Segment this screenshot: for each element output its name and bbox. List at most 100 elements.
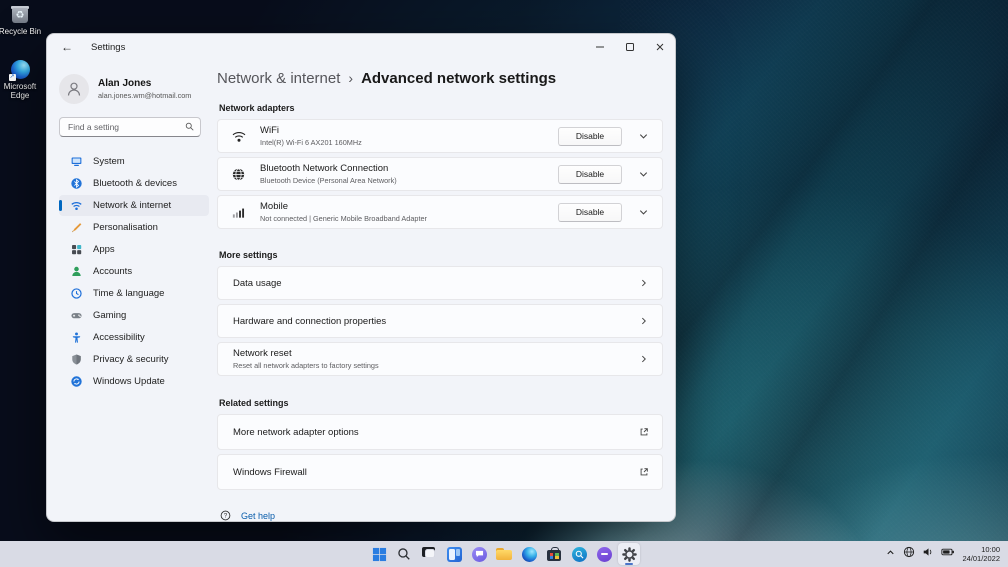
sidebar-item-windows-update[interactable]: Windows Update (59, 371, 209, 392)
tray-battery-icon[interactable] (941, 545, 955, 563)
sidebar-item-label: Windows Update (93, 376, 165, 387)
sidebar-item-gaming[interactable]: Gaming (59, 305, 209, 326)
user-profile[interactable]: Alan Jones alan.jones.wm@hotmail.com (59, 74, 215, 104)
chat-icon (471, 546, 487, 562)
minimize-button[interactable] (585, 34, 615, 60)
main-content: Network & internet › Advanced network se… (217, 60, 663, 521)
row-windows-firewall[interactable]: Windows Firewall (217, 454, 663, 490)
time-language-icon (71, 288, 82, 299)
microsoft-store-button[interactable] (543, 543, 565, 565)
window-title: Settings (91, 41, 126, 53)
accounts-icon (72, 266, 81, 277)
sidebar-item-label: Gaming (93, 310, 127, 321)
system-icon (71, 157, 82, 167)
sidebar-item-personalisation[interactable]: Personalisation (59, 217, 209, 238)
sidebar-item-label: Accounts (93, 266, 133, 277)
sidebar-item-label: Time & language (93, 288, 165, 299)
bluetooth-icon (71, 178, 82, 189)
taskbar: 10:00 24/01/2022 (0, 541, 1008, 567)
search-input[interactable] (59, 117, 201, 137)
disable-button-wifi[interactable]: Disable (558, 126, 622, 146)
taskbar-clock[interactable]: 10:00 24/01/2022 (962, 545, 1000, 563)
sidebar-item-system[interactable]: System (59, 151, 209, 172)
adapter-subtitle: Not connected | Generic Mobile Broadband… (260, 213, 427, 223)
row-data-usage[interactable]: Data usage (217, 266, 663, 300)
start-button[interactable] (368, 543, 390, 565)
chevron-down-icon[interactable] (638, 207, 649, 218)
chevron-down-icon[interactable] (638, 131, 649, 142)
desktop-icon-microsoft-edge[interactable]: ↗ Microsoft Edge (0, 60, 48, 100)
sidebar-item-network-internet[interactable]: Network & internet (59, 195, 209, 216)
chat-button[interactable] (468, 543, 490, 565)
section-label-related-settings: Related settings (219, 398, 289, 408)
search-app-button[interactable] (568, 543, 590, 565)
row-hardware-connection-properties[interactable]: Hardware and connection properties (217, 304, 663, 338)
adapter-row-bluetooth[interactable]: Bluetooth Network Connection Bluetooth D… (217, 157, 663, 191)
sidebar-item-bluetooth-devices[interactable]: Bluetooth & devices (59, 173, 209, 194)
personalisation-icon (71, 223, 82, 233)
adapter-title: WiFi (260, 125, 279, 137)
adapter-row-wifi[interactable]: WiFi Intel(R) Wi-Fi 6 AX201 160MHz Disab… (217, 119, 663, 153)
desktop-icon-label: Microsoft Edge (3, 82, 37, 100)
search-app-icon (571, 546, 587, 562)
edge-icon: ↗ (8, 60, 30, 81)
globe-icon (231, 167, 247, 182)
help-icon: ? (220, 510, 231, 521)
sidebar: Alan Jones alan.jones.wm@hotmail.com Sys… (47, 60, 215, 521)
sidebar-item-accounts[interactable]: Accounts (59, 261, 209, 282)
tray-network-globe-icon[interactable] (903, 545, 915, 563)
titlebar[interactable]: ← Settings (47, 34, 675, 60)
adapter-title: Mobile (260, 201, 288, 213)
settings-app-button[interactable] (618, 543, 640, 565)
accessibility-icon (72, 332, 81, 343)
footer-links: ? Get help Give feedback (217, 510, 663, 521)
tray-volume-icon[interactable] (922, 545, 934, 563)
back-button[interactable]: ← (61, 40, 77, 54)
edge-button[interactable] (518, 543, 540, 565)
widgets-icon (446, 546, 462, 562)
purple-app-button[interactable] (593, 543, 615, 565)
settings-window: ← Settings Alan Jones alan.jones.wm@hotm… (46, 33, 676, 522)
desktop-icon-recycle-bin[interactable]: ♻ Recycle Bin (0, 4, 48, 36)
sidebar-item-label: Accessibility (93, 332, 145, 343)
sidebar-item-label: System (93, 156, 125, 167)
row-title: More network adapter options (233, 426, 359, 438)
breadcrumb-parent[interactable]: Network & internet (217, 70, 340, 87)
start-icon (372, 547, 386, 561)
row-network-reset[interactable]: Network reset Reset all network adapters… (217, 342, 663, 376)
chevron-right-icon (639, 354, 649, 364)
row-subtitle: Reset all network adapters to factory se… (233, 360, 379, 370)
adapter-subtitle: Intel(R) Wi-Fi 6 AX201 160MHz (260, 137, 362, 147)
row-more-network-adapter-options[interactable]: More network adapter options (217, 414, 663, 450)
store-icon (547, 547, 561, 561)
svg-text:?: ? (224, 513, 228, 520)
privacy-security-icon (72, 354, 81, 365)
search-icon (185, 122, 194, 131)
taskbar-search-button[interactable] (393, 543, 415, 565)
wallpaper-texture (620, 0, 1008, 541)
get-help-link[interactable]: ? Get help (220, 510, 663, 521)
close-button[interactable] (645, 34, 675, 60)
sidebar-item-accessibility[interactable]: Accessibility (59, 327, 209, 348)
disable-button-mobile[interactable]: Disable (558, 202, 622, 222)
chevron-right-icon (639, 278, 649, 288)
tray-chevron-up-icon[interactable] (885, 545, 896, 563)
sidebar-item-label: Apps (93, 244, 115, 255)
sidebar-item-label: Personalisation (93, 222, 158, 233)
network-icon (71, 202, 82, 211)
sidebar-item-time-language[interactable]: Time & language (59, 283, 209, 304)
maximize-button[interactable] (615, 34, 645, 60)
disable-button-bluetooth[interactable]: Disable (558, 164, 622, 184)
task-view-button[interactable] (418, 543, 440, 565)
sidebar-item-privacy-security[interactable]: Privacy & security (59, 349, 209, 370)
file-explorer-button[interactable] (493, 543, 515, 565)
adapter-title: Bluetooth Network Connection (260, 163, 389, 175)
adapter-row-mobile[interactable]: Mobile Not connected | Generic Mobile Br… (217, 195, 663, 229)
breadcrumb: Network & internet › Advanced network se… (217, 70, 663, 87)
windows-update-icon (71, 376, 82, 387)
chevron-down-icon[interactable] (638, 169, 649, 180)
sidebar-item-label: Privacy & security (93, 354, 169, 365)
sidebar-item-apps[interactable]: Apps (59, 239, 209, 260)
widgets-button[interactable] (443, 543, 465, 565)
sidebar-nav: System Bluetooth & devices Network & int… (59, 151, 215, 392)
